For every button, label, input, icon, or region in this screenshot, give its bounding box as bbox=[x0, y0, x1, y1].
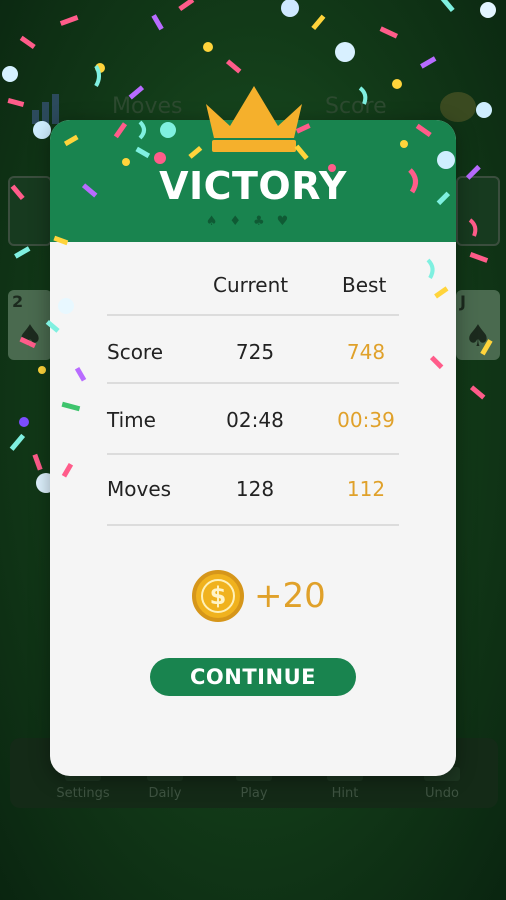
time-best-value: 00:39 bbox=[337, 408, 395, 432]
score-best-value: 748 bbox=[346, 340, 386, 364]
coin-symbol: $ bbox=[201, 579, 235, 613]
hint-label: Hint bbox=[331, 786, 359, 801]
divider bbox=[107, 314, 399, 316]
score-current-value: 725 bbox=[235, 340, 275, 364]
coin-icon: $ bbox=[192, 570, 244, 622]
time-row-label: Time bbox=[107, 408, 156, 432]
play-label: Play bbox=[240, 786, 268, 801]
foundation-pile[interactable] bbox=[456, 176, 500, 246]
coin-reward: $ +20 bbox=[192, 570, 332, 624]
continue-button[interactable]: CONTINUE bbox=[150, 658, 356, 696]
moves-label: Moves bbox=[112, 94, 183, 119]
divider bbox=[107, 524, 399, 526]
settings-label: Settings bbox=[56, 786, 110, 801]
score-label: Score bbox=[325, 94, 387, 119]
divider bbox=[107, 382, 399, 384]
divider bbox=[107, 453, 399, 455]
moves-best-value: 112 bbox=[346, 477, 386, 501]
score-row-label: Score bbox=[107, 340, 164, 364]
tableau-card[interactable]: J ♠ bbox=[456, 290, 500, 360]
undo-label: Undo bbox=[425, 786, 459, 801]
daily-label: Daily bbox=[148, 786, 182, 801]
reward-amount: +20 bbox=[254, 576, 326, 616]
stock-pile[interactable] bbox=[8, 176, 52, 246]
victory-dialog: VICTORY ♠♦♣♥ Current Best Score 725 748 … bbox=[50, 120, 456, 776]
tableau-card[interactable]: 2 ♠ bbox=[8, 290, 52, 360]
best-column-header: Best bbox=[342, 273, 387, 297]
suit-symbols: ♠♦♣♥ bbox=[205, 214, 301, 229]
time-current-value: 02:48 bbox=[226, 408, 284, 432]
moves-row-label: Moves bbox=[107, 477, 172, 501]
moves-current-value: 128 bbox=[235, 477, 275, 501]
palette-icon[interactable] bbox=[440, 92, 476, 122]
victory-title: VICTORY bbox=[159, 164, 347, 208]
current-column-header: Current bbox=[213, 273, 289, 297]
crown-icon bbox=[206, 86, 302, 152]
